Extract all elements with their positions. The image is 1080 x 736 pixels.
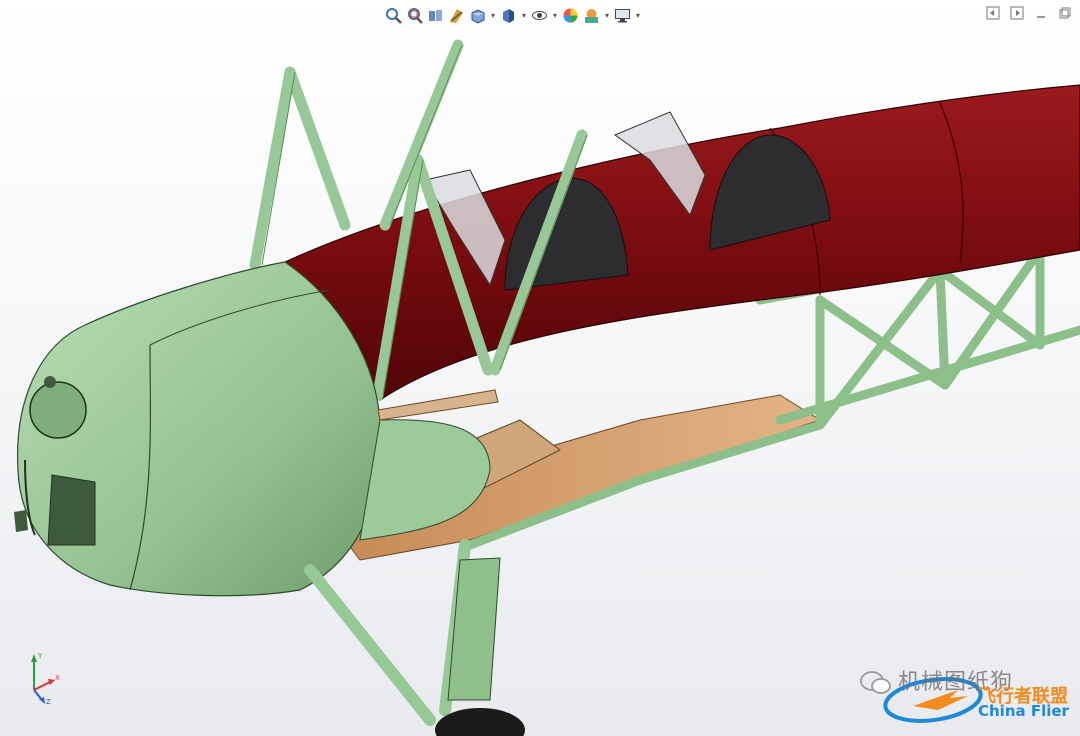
chevron-down-icon[interactable]: ▾ xyxy=(520,6,528,25)
previous-view-icon[interactable] xyxy=(426,6,445,25)
apply-scene-icon[interactable] xyxy=(582,6,601,25)
triad-z-label: Z xyxy=(46,698,51,706)
landing-gear xyxy=(304,539,471,726)
viewport-window-controls xyxy=(986,6,1072,20)
section-view-icon[interactable] xyxy=(447,6,466,25)
reference-triad: Y X Z xyxy=(31,652,60,706)
display-style-icon[interactable] xyxy=(499,6,518,25)
aircraft-fuselage-model[interactable] xyxy=(0,0,1080,736)
chevron-down-icon[interactable]: ▾ xyxy=(551,6,559,25)
view-settings-icon[interactable] xyxy=(613,6,632,25)
brand-name-en: China Flier xyxy=(978,702,1069,720)
hide-show-items-icon[interactable] xyxy=(530,6,549,25)
zoom-to-fit-icon[interactable] xyxy=(384,6,403,25)
heads-up-view-toolbar: ▾ ▾ ▾ ▾ ▾ xyxy=(384,4,642,26)
tile-right-icon[interactable] xyxy=(1010,6,1024,20)
zoom-to-area-icon[interactable] xyxy=(405,6,424,25)
graphics-viewport[interactable]: ▾ ▾ ▾ ▾ ▾ Y X Z 机械图纸狗 飞行者联盟 China Flier xyxy=(0,0,1080,736)
chevron-down-icon[interactable]: ▾ xyxy=(489,6,497,25)
chevron-down-icon[interactable]: ▾ xyxy=(634,6,642,25)
triad-y-label: Y xyxy=(37,652,43,660)
carburetor-intake xyxy=(47,474,96,546)
edit-appearance-icon[interactable] xyxy=(561,6,580,25)
triad-x-label: X xyxy=(55,674,60,682)
restore-icon[interactable] xyxy=(1058,6,1072,20)
chevron-down-icon[interactable]: ▾ xyxy=(603,6,611,25)
watermark: 机械图纸狗 飞行者联盟 China Flier xyxy=(860,664,1075,730)
tile-left-icon[interactable] xyxy=(986,6,1000,20)
cockpit-rail xyxy=(377,389,499,421)
nose-intake xyxy=(29,381,87,439)
view-orientation-icon[interactable] xyxy=(468,6,487,25)
minimize-icon[interactable] xyxy=(1034,6,1048,20)
